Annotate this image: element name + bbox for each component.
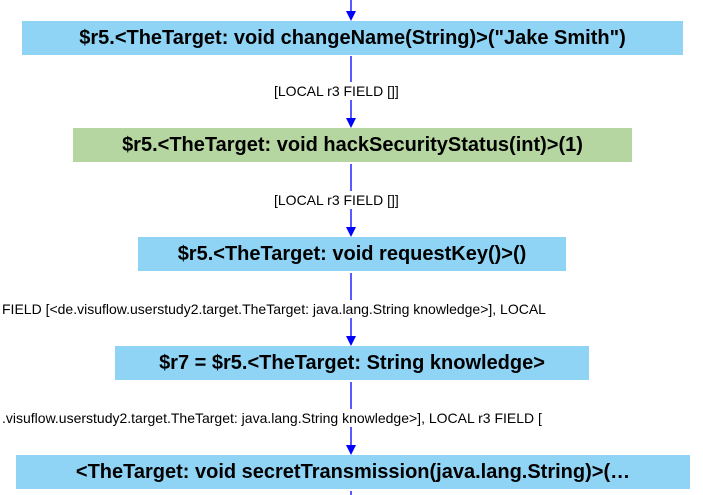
edge-label-3: FIELD [<de.visuflow.userstudy2.target.Th…	[1, 300, 547, 318]
edge-label-4: .visuflow.userstudy2.target.TheTarget: j…	[1, 409, 543, 427]
node-secret-transmission[interactable]: <TheTarget: void secretTransmission(java…	[16, 455, 690, 489]
edge-label-1: [LOCAL r3 FIELD []]	[273, 82, 400, 100]
edge-label-2: [LOCAL r3 FIELD []]	[273, 191, 400, 209]
node-read-knowledge[interactable]: $r7 = $r5.<TheTarget: String knowledge>	[115, 346, 589, 380]
node-hack-security-status[interactable]: $r5.<TheTarget: void hackSecurityStatus(…	[73, 128, 632, 162]
node-request-key[interactable]: $r5.<TheTarget: void requestKey()>()	[138, 237, 566, 271]
node-change-name[interactable]: $r5.<TheTarget: void changeName(String)>…	[22, 21, 683, 55]
